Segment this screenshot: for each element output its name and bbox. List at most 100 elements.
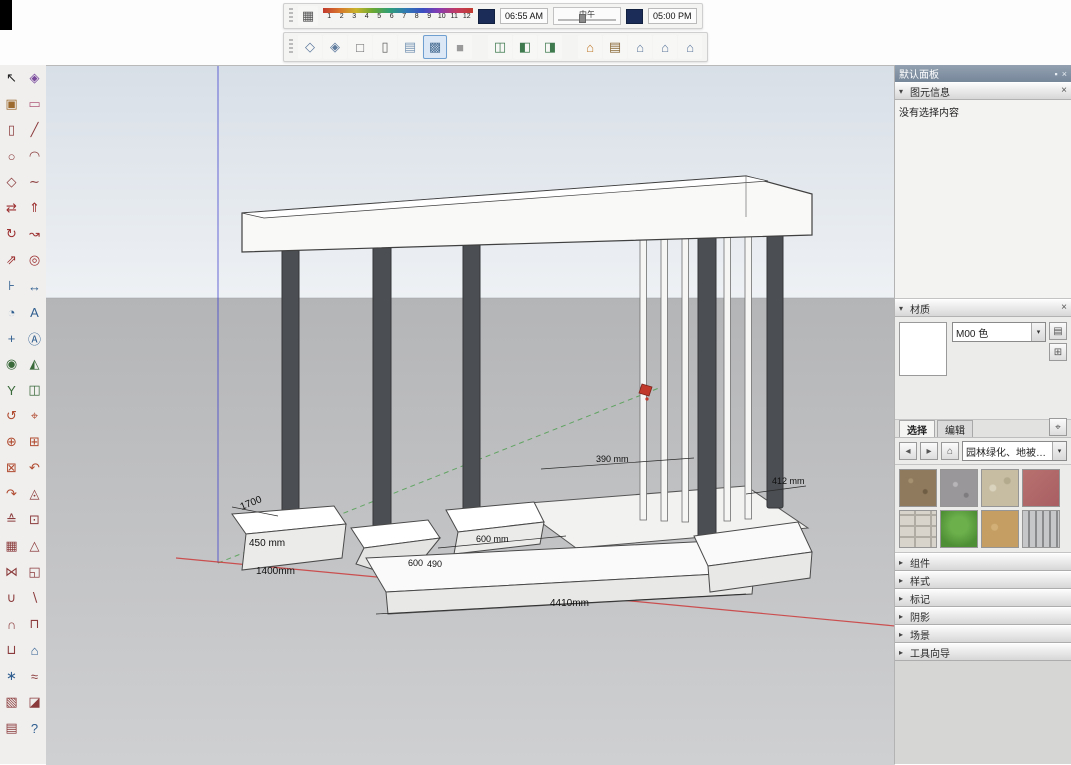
add-detail-tool[interactable]: △ [23, 533, 46, 559]
3d-warehouse-tool[interactable]: ⌂ [23, 637, 46, 663]
select-tool[interactable]: ↖ [0, 65, 23, 91]
polygon-tool[interactable]: ◇ [0, 169, 23, 195]
style-xray-icon[interactable]: ◇ [298, 35, 322, 59]
forward-arrow-icon[interactable]: ▸ [920, 442, 938, 460]
zoom-tool[interactable]: ⊕ [0, 429, 23, 455]
create-material-icon[interactable]: ⊞ [1049, 343, 1067, 361]
style-shaded-icon[interactable]: ▤ [398, 35, 422, 59]
texture-cork[interactable] [981, 510, 1019, 548]
text-tool[interactable]: A [23, 299, 46, 325]
rotate-tool[interactable]: ↻ [0, 221, 23, 247]
home-icon[interactable]: ⌂ [941, 442, 959, 460]
dimension-tool[interactable]: ↔ [23, 273, 46, 299]
month-tick[interactable]: 10 [436, 13, 449, 20]
solid-subtract-tool[interactable]: ∖ [23, 585, 46, 611]
section-scenes[interactable]: ▸ 场景 [895, 625, 1071, 643]
section-plane-tool[interactable]: ◫ [23, 377, 46, 403]
month-tick[interactable]: 6 [386, 13, 399, 20]
month-tick[interactable]: 11 [448, 13, 461, 20]
close-icon[interactable]: × [1061, 86, 1067, 96]
entity-info-header[interactable]: ▾ 图元信息 × [895, 82, 1071, 100]
section-shadows[interactable]: ▸ 阴影 [895, 607, 1071, 625]
protractor-tool[interactable]: ◔ [0, 299, 23, 325]
close-icon[interactable]: × [1062, 69, 1067, 79]
from-contours-tool[interactable]: ▦ [0, 533, 23, 559]
solid-split-tool[interactable]: ⊔ [0, 637, 23, 663]
rectangle-tool[interactable]: ▯ [0, 117, 23, 143]
month-tick[interactable]: 3 [348, 13, 361, 20]
slider-handle[interactable] [579, 14, 586, 23]
pan-tool[interactable]: ⌖ [23, 403, 46, 429]
tape-measure-tool[interactable]: ⊦ [0, 273, 23, 299]
chevron-down-icon[interactable]: ▾ [1052, 442, 1066, 460]
texture-pebbles[interactable] [981, 469, 1019, 507]
month-tick[interactable]: 2 [336, 13, 349, 20]
section-components[interactable]: ▸ 组件 [895, 553, 1071, 571]
texture-grass[interactable] [940, 510, 978, 548]
section-styles[interactable]: ▸ 样式 [895, 571, 1071, 589]
section-fill-icon[interactable]: ◨ [538, 35, 562, 59]
circle-tool[interactable]: ○ [0, 143, 23, 169]
outer-shell-tool[interactable]: ◱ [23, 559, 46, 585]
material-name-combobox[interactable]: M00 色 ▾ [952, 322, 1046, 342]
look-around-tool[interactable]: ◭ [23, 351, 46, 377]
toolbar-grip[interactable] [289, 39, 293, 55]
style-hidden-line-icon[interactable]: ▯ [373, 35, 397, 59]
material-category-dropdown[interactable]: 园林绿化、地被层和植被 ▾ [962, 441, 1067, 461]
shadows-tool[interactable]: ▤ [0, 715, 23, 741]
zoom-extents-tool[interactable]: ⊠ [0, 455, 23, 481]
pin-icon[interactable]: ▪ [1055, 69, 1058, 79]
fog-tool[interactable]: ≈ [23, 663, 46, 689]
tab-select[interactable]: 选择 [899, 420, 935, 437]
section-plane-icon[interactable]: ◫ [488, 35, 512, 59]
offset-tool[interactable]: ◎ [23, 247, 46, 273]
styles-tool[interactable]: ◪ [23, 689, 46, 715]
axes-tool[interactable]: + [0, 325, 23, 351]
section-instructor[interactable]: ▸ 工具向导 [895, 643, 1071, 661]
style-wireframe-icon[interactable]: □ [348, 35, 372, 59]
active-material-thumbnail[interactable] [899, 322, 947, 376]
scale-tool[interactable]: ⇗ [0, 247, 23, 273]
texture-fence-slats[interactable] [1022, 510, 1060, 548]
chevron-down-icon[interactable]: ▾ [1031, 323, 1045, 341]
modeling-viewport[interactable]: 1700450 mm1400mm600490600 mm4410mm390 mm… [46, 65, 895, 765]
sunset-time-field[interactable]: 05:00 PM [648, 8, 697, 24]
texture-gravel-brown[interactable] [899, 469, 937, 507]
texture-pavers[interactable] [899, 510, 937, 548]
section-tags[interactable]: ▸ 标记 [895, 589, 1071, 607]
month-tick[interactable]: 7 [398, 13, 411, 20]
materials-header[interactable]: ▾ 材质 × [895, 299, 1071, 317]
section-cuts-icon[interactable]: ◧ [513, 35, 537, 59]
smoove-tool[interactable]: ◬ [23, 481, 46, 507]
line-tool[interactable]: ╱ [23, 117, 46, 143]
push-pull-tool[interactable]: ⇑ [23, 195, 46, 221]
zoom-previous-tool[interactable]: ↶ [23, 455, 46, 481]
style-back-edges-icon[interactable]: ◈ [323, 35, 347, 59]
sample-paint-icon[interactable]: ⌖ [1049, 418, 1067, 436]
orbit-tool[interactable]: ↺ [0, 403, 23, 429]
instructor-tool[interactable]: ? [23, 715, 46, 741]
arc-tool[interactable]: ◠ [23, 143, 46, 169]
position-camera-tool[interactable]: ◉ [0, 351, 23, 377]
shadows-toggle-icon[interactable]: ▦ [298, 6, 318, 26]
move-tool[interactable]: ⇄ [0, 195, 23, 221]
panel-titlebar[interactable]: 默认面板 ▪ × [895, 65, 1071, 82]
style-shaded-textures-icon[interactable]: ▩ [423, 35, 447, 59]
view-right-icon[interactable]: ⌂ [653, 35, 677, 59]
display-secondary-pane-icon[interactable]: ▤ [1049, 322, 1067, 340]
texture-gravel-gray[interactable] [940, 469, 978, 507]
solid-intersect-tool[interactable]: ∩ [0, 611, 23, 637]
view-iso-icon[interactable]: ⌂ [578, 35, 602, 59]
view-back-icon[interactable]: ⌂ [678, 35, 702, 59]
drape-tool[interactable]: ≙ [0, 507, 23, 533]
follow-me-tool[interactable]: ↝ [23, 221, 46, 247]
share-model-tool[interactable]: ∗ [0, 663, 23, 689]
zoom-next-tool[interactable]: ↷ [0, 481, 23, 507]
toolbar-grip[interactable] [289, 8, 293, 24]
paint-bucket-tool[interactable]: ▣ [0, 91, 23, 117]
month-tick[interactable]: 1 [323, 13, 336, 20]
solid-union-tool[interactable]: ∪ [0, 585, 23, 611]
walk-tool[interactable]: Y [0, 377, 23, 403]
solid-trim-tool[interactable]: ⊓ [23, 611, 46, 637]
month-tick[interactable]: 8 [411, 13, 424, 20]
